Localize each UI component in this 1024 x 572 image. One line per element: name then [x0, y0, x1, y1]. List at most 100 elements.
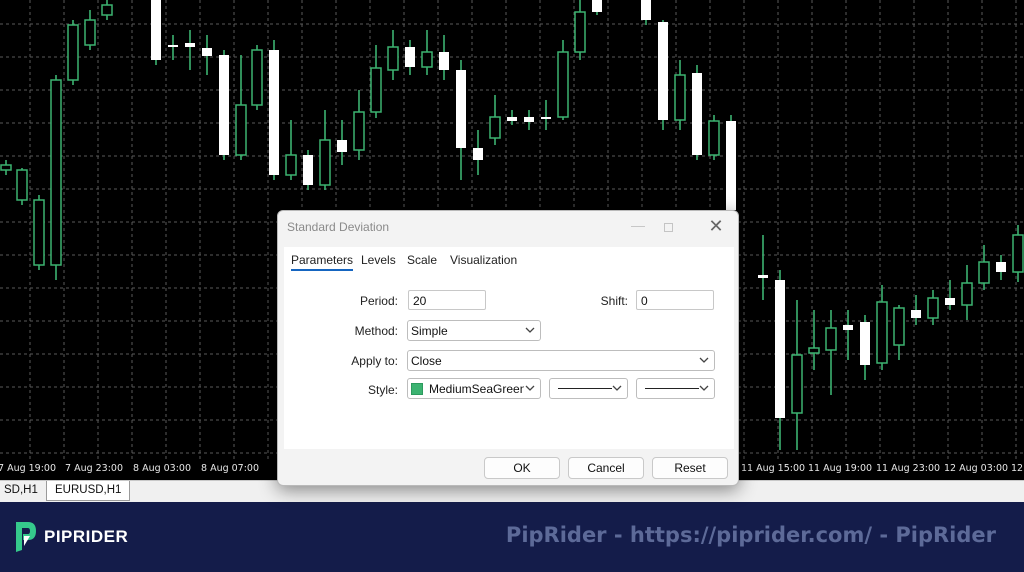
candle-body — [337, 140, 347, 152]
candle — [961, 265, 973, 320]
close-icon[interactable]: ✕ — [704, 215, 728, 237]
tab-visualization[interactable]: Visualization — [450, 253, 517, 267]
candle-body — [775, 280, 785, 418]
chevron-down-icon — [699, 357, 709, 363]
chevron-down-icon — [525, 327, 535, 333]
candle — [658, 20, 668, 130]
brand-logo: PIPRIDER — [14, 520, 128, 554]
chevron-down-icon — [524, 382, 536, 394]
tab-parameters[interactable]: Parameters — [291, 253, 354, 271]
time-label: 7 Aug 23:00 — [65, 463, 124, 474]
candle — [893, 305, 905, 360]
candle — [251, 45, 263, 110]
candle-body — [825, 327, 837, 351]
method-value: Simple — [411, 324, 448, 338]
candle-body — [945, 298, 955, 305]
style-color-select[interactable]: MediumSeaGreen — [407, 378, 541, 399]
ok-button[interactable]: OK — [484, 457, 560, 479]
candle — [876, 285, 888, 370]
candle-body — [791, 354, 803, 414]
style-color-name: MediumSeaGreen — [429, 382, 527, 396]
candle-body — [674, 74, 686, 121]
candle-body — [758, 275, 768, 278]
method-select[interactable]: Simple — [407, 320, 541, 341]
chart-tab[interactable]: SD,H1 — [0, 481, 46, 501]
candle — [84, 10, 96, 50]
candle — [405, 40, 415, 75]
watermark-text: PipRider - https://piprider.com/ - PipRi… — [505, 523, 996, 547]
line-width-select[interactable] — [636, 378, 715, 399]
candle-body — [876, 301, 888, 364]
candle-body — [353, 111, 365, 151]
candle-body — [860, 322, 870, 365]
candle — [319, 110, 331, 190]
candle-body — [16, 169, 28, 201]
maximize-icon[interactable] — [656, 217, 680, 237]
candle — [692, 65, 702, 160]
candle — [219, 50, 229, 160]
candle-body — [978, 261, 990, 284]
candle — [945, 280, 955, 310]
candle-body — [33, 199, 45, 266]
candle-body — [456, 70, 466, 148]
candle — [151, 0, 161, 65]
cancel-button[interactable]: Cancel — [568, 457, 644, 479]
candle-body — [692, 73, 702, 155]
candle — [996, 255, 1006, 280]
line-style-select[interactable] — [549, 378, 628, 399]
candle-body — [387, 46, 399, 71]
candle-body — [726, 121, 736, 210]
line-width-sample — [645, 388, 699, 389]
candle — [353, 90, 365, 160]
shift-label: Shift: — [600, 294, 628, 308]
candle — [0, 160, 12, 175]
time-label: 11 Aug 15:00 — [741, 463, 806, 474]
candle-body — [67, 24, 79, 81]
candle — [843, 310, 853, 360]
candle-body — [641, 0, 651, 20]
candle — [860, 315, 870, 380]
candle-body — [202, 48, 212, 56]
candle — [50, 75, 62, 280]
candle-body — [961, 282, 973, 306]
candle — [456, 60, 466, 180]
candle — [726, 115, 736, 215]
period-input[interactable]: 20 — [408, 290, 486, 310]
method-label: Method: — [354, 324, 398, 338]
minimize-icon[interactable]: — — [626, 217, 650, 237]
candle — [473, 130, 483, 175]
reset-button[interactable]: Reset — [652, 457, 728, 479]
standard-deviation-dialog: Standard Deviation — ✕ Parameters Levels… — [277, 210, 739, 486]
candle-body — [168, 45, 178, 47]
shift-input[interactable]: 0 — [636, 290, 714, 310]
time-label: 7 Aug 19:00 — [0, 463, 57, 474]
candle-body — [541, 117, 551, 119]
apply-to-select[interactable]: Close — [407, 350, 715, 371]
style-label: Style: — [367, 383, 398, 397]
candle — [674, 60, 686, 130]
tab-scale[interactable]: Scale — [407, 253, 437, 267]
apply-to-label: Apply to: — [351, 354, 398, 368]
line-style-sample — [558, 388, 612, 389]
candle — [67, 20, 79, 85]
candle — [541, 100, 551, 130]
dialog-footer: OK Cancel Reset — [278, 449, 738, 485]
candle-body — [370, 67, 382, 113]
candle-body — [843, 325, 853, 330]
time-label: 8 Aug 03:00 — [133, 463, 192, 474]
dialog-title: Standard Deviation — [287, 220, 390, 234]
candle-body — [185, 43, 195, 47]
brand-banner: PIPRIDER PipRider - https://piprider.com… — [0, 502, 1024, 572]
dialog-body: Parameters Levels Scale Visualization Pe… — [284, 247, 734, 449]
candle — [370, 45, 382, 118]
candle-body — [507, 117, 517, 121]
candle-body — [219, 55, 229, 155]
tab-levels[interactable]: Levels — [361, 253, 396, 267]
candle-body — [658, 22, 668, 120]
candle-body — [84, 19, 96, 46]
candle-body — [251, 49, 263, 106]
piprider-logo-icon — [16, 522, 36, 552]
candle — [825, 310, 837, 395]
chart-tab-active[interactable]: EURUSD,H1 — [46, 481, 131, 501]
candle-body — [235, 104, 247, 156]
